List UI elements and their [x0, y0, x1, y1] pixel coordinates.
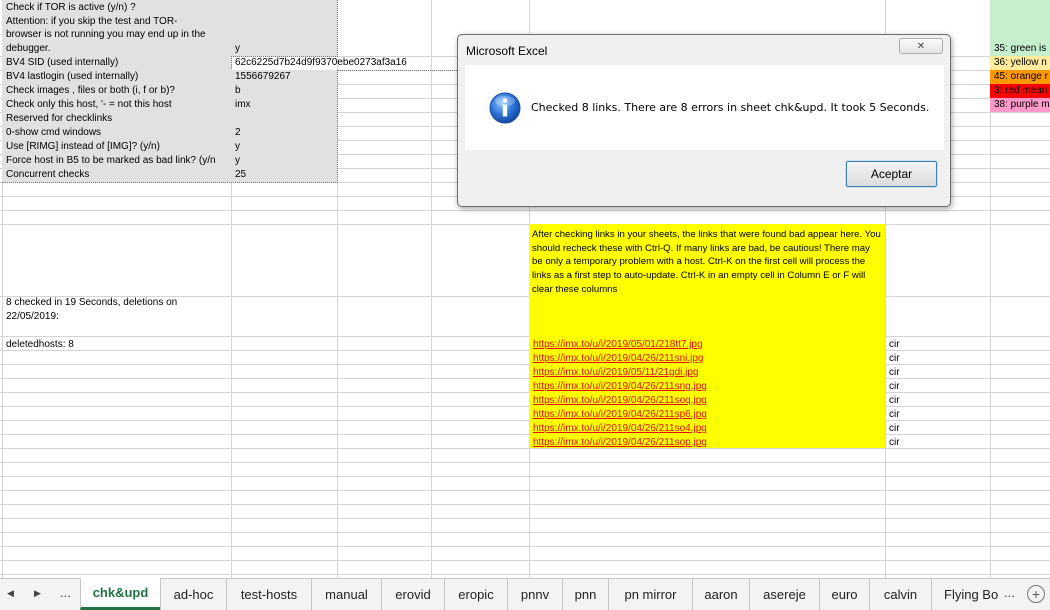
add-sheet-button[interactable]: +	[1027, 585, 1045, 603]
legend-item-green[interactable]: 35: green is	[990, 42, 1050, 56]
sheet-tab-bar: ◀ ▶ ... chk&upd ad-hoc test-hosts manual…	[0, 578, 1050, 610]
tab-aaron[interactable]: aaron	[692, 579, 749, 610]
setting-value-sid[interactable]: 62c6225d7b24d9f9370ebe0273af3a16	[231, 56, 457, 71]
more-sheets-left[interactable]: ...	[60, 585, 71, 600]
tab-flying-bo[interactable]: Flying Bo	[931, 579, 1001, 610]
tab-asereje[interactable]: asereje	[749, 579, 819, 610]
dialog-title: Microsoft Excel	[466, 44, 548, 58]
setting-value-host[interactable]: imx	[231, 98, 338, 113]
prev-sheet-icon[interactable]: ◀	[7, 588, 14, 599]
setting-value-concurrent[interactable]: 25	[231, 168, 338, 183]
setting-label-lastlogin[interactable]: BV4 lastlogin (used internally)	[2, 70, 232, 85]
tab-eropic[interactable]: eropic	[444, 579, 507, 610]
legend-item-red[interactable]: 3: red mean	[990, 84, 1050, 98]
setting-label-cmd[interactable]: 0-show cmd windows	[2, 126, 232, 141]
gridline	[0, 504, 1050, 505]
gridline	[0, 574, 1050, 575]
gridline	[431, 0, 432, 578]
plus-icon: +	[1031, 586, 1041, 602]
gridline	[0, 336, 1050, 337]
gridline	[0, 476, 1050, 477]
bad-link-host[interactable]: cir	[885, 394, 985, 407]
gridline	[0, 560, 1050, 561]
tab-manual[interactable]: manual	[311, 579, 381, 610]
setting-value-rimg[interactable]: y	[231, 140, 338, 155]
bad-link[interactable]: https://imx.to/u/i/2019/05/11/21gdi.jpg	[529, 366, 885, 379]
tab-calvin[interactable]: calvin	[869, 579, 931, 610]
bad-link-host[interactable]: cir	[885, 436, 985, 449]
setting-value-lastlogin[interactable]: 1556679267	[231, 70, 338, 85]
message-dialog: Microsoft Excel ✕ Checked 8 links. There…	[457, 34, 951, 207]
setting-label-tor[interactable]: Check if TOR is active (y/n) ? Attention…	[2, 0, 232, 57]
more-sheets-right[interactable]: ...	[1004, 585, 1015, 600]
next-sheet-icon[interactable]: ▶	[34, 588, 41, 599]
bad-link-host[interactable]: cir	[885, 380, 985, 393]
setting-value-check-type[interactable]: b	[231, 84, 338, 99]
gridline	[0, 532, 1050, 533]
legend-item-yellow[interactable]: 36: yellow n	[990, 56, 1050, 70]
bad-link-host[interactable]: cir	[885, 352, 985, 365]
bad-link[interactable]: https://imx.to/u/i/2019/04/26/211sng.jpg	[529, 380, 885, 393]
ok-button[interactable]: Aceptar	[845, 160, 938, 188]
bad-link-host[interactable]: cir	[885, 338, 985, 351]
tab-chk-upd[interactable]: chk&upd	[80, 578, 160, 610]
info-icon	[489, 92, 521, 124]
setting-label-rimg[interactable]: Use [RIMG] instead of [IMG]? (y/n)	[2, 140, 232, 155]
bad-link-host[interactable]: cir	[885, 366, 985, 379]
setting-label-check-type[interactable]: Check images , files or both (i, f or b)…	[2, 84, 232, 99]
deleted-hosts-count[interactable]: deletedhosts: 8	[2, 338, 230, 351]
bad-link[interactable]: https://imx.to/u/i/2019/04/26/211sp6.jpg	[529, 408, 885, 421]
setting-value-cmd[interactable]: 2	[231, 126, 338, 141]
gridline	[0, 518, 1050, 519]
tab-pnn[interactable]: pnn	[562, 579, 608, 610]
tab-pn-mirror[interactable]: pn mirror	[608, 579, 692, 610]
legend-item-orange[interactable]: 45: orange r	[990, 70, 1050, 84]
setting-label-reserved[interactable]: Reserved for checklinks	[2, 112, 232, 127]
bad-link[interactable]: https://imx.to/u/i/2019/04/26/211sni.jpg	[529, 352, 885, 365]
gridline	[0, 210, 1050, 211]
bad-link-host[interactable]: cir	[885, 408, 985, 421]
setting-label-sid[interactable]: BV4 SID (used internally)	[2, 56, 232, 71]
dialog-body: Checked 8 links. There are 8 errors in s…	[465, 65, 944, 150]
bad-link-host[interactable]: cir	[885, 422, 985, 435]
tab-test-hosts[interactable]: test-hosts	[226, 579, 311, 610]
setting-value-tor[interactable]: y	[231, 0, 338, 57]
tab-ad-hoc[interactable]: ad-hoc	[160, 579, 226, 610]
gridline	[0, 546, 1050, 547]
setting-label-concurrent[interactable]: Concurrent checks	[2, 168, 232, 183]
setting-value-force-host[interactable]: y	[231, 154, 338, 169]
gridline	[0, 224, 1050, 225]
dialog-close-button[interactable]: ✕	[899, 38, 943, 54]
check-summary[interactable]: 8 checked in 19 Seconds, deletions on 22…	[2, 296, 230, 324]
bad-link[interactable]: https://imx.to/u/i/2019/04/26/211soq.jpg	[529, 394, 885, 407]
setting-label-host[interactable]: Check only this host, '- = not this host	[2, 98, 232, 113]
tab-euro[interactable]: euro	[819, 579, 869, 610]
gridline	[0, 490, 1050, 491]
gridline	[0, 462, 1050, 463]
bad-link[interactable]: https://imx.to/u/i/2019/04/26/211so4.jpg	[529, 422, 885, 435]
legend-cell-blank[interactable]	[990, 0, 1050, 42]
bad-link[interactable]: https://imx.to/u/i/2019/05/01/218tt7.jpg	[529, 338, 885, 351]
dialog-message: Checked 8 links. There are 8 errors in s…	[531, 101, 930, 114]
bad-link[interactable]: https://imx.to/u/i/2019/04/26/211sop.jpg	[529, 436, 885, 449]
tab-erovid[interactable]: erovid	[381, 579, 444, 610]
legend-item-purple[interactable]: 38: purple m	[990, 98, 1050, 112]
tab-pnnv[interactable]: pnnv	[507, 579, 562, 610]
setting-value-reserved[interactable]	[231, 112, 338, 127]
close-icon: ✕	[916, 40, 926, 52]
setting-label-force-host[interactable]: Force host in B5 to be marked as bad lin…	[2, 154, 232, 169]
